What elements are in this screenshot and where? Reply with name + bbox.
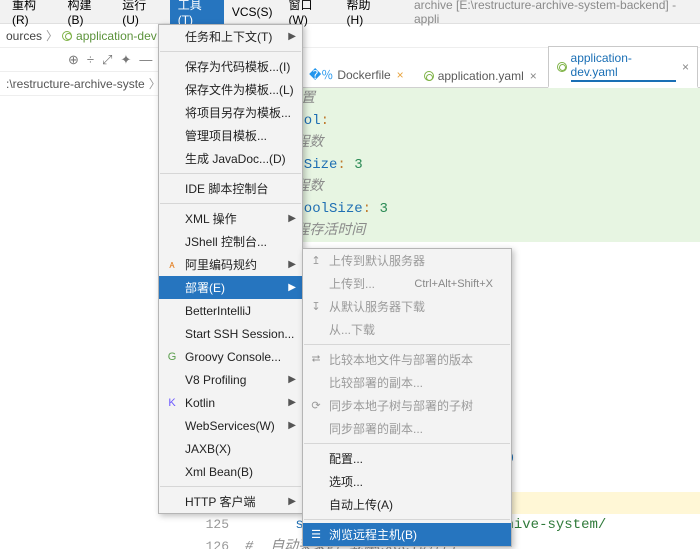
menu-separator: [304, 519, 510, 520]
tab-label: application.yaml: [438, 69, 524, 83]
menu-configuration[interactable]: 配置...: [303, 447, 511, 470]
diff-icon: ⮂: [308, 353, 324, 366]
chevron-right-icon: ▶: [288, 282, 296, 293]
menu-manage-templates[interactable]: 管理项目模板...: [159, 124, 302, 147]
tab-label: Dockerfile: [337, 68, 390, 82]
menu-save-file-template[interactable]: 保存文件为模板...(L): [159, 78, 302, 101]
kotlin-icon: K: [164, 397, 180, 409]
menu-webservices[interactable]: WebServices(W)▶: [159, 414, 302, 437]
menu-vcs[interactable]: VCS(S): [224, 2, 281, 22]
docker-icon: �％: [309, 66, 333, 83]
close-icon[interactable]: ×: [682, 60, 689, 74]
menu-start-ssh[interactable]: Start SSH Session...: [159, 322, 302, 345]
menu-download-default[interactable]: ↧从默认服务器下载: [303, 295, 511, 318]
code-colon: :: [363, 201, 380, 217]
divide-icon[interactable]: ÷: [87, 52, 94, 67]
menu-kotlin[interactable]: KKotlin▶: [159, 391, 302, 414]
menu-separator: [160, 203, 301, 204]
chevron-right-icon: ▶: [288, 374, 296, 385]
menu-auto-upload[interactable]: 自动上传(A): [303, 493, 511, 516]
menu-sync-local[interactable]: ⟳同步本地子树与部署的子树: [303, 394, 511, 417]
expand-icon[interactable]: ⤢: [102, 52, 112, 68]
tab-dockerfile[interactable]: �％ Dockerfile ×: [300, 61, 413, 87]
chevron-right-icon: ▶: [288, 496, 296, 507]
menu-alibaba-guidelines[interactable]: ᴀ阿里编码规约▶: [159, 253, 302, 276]
menu-refactor[interactable]: 重构(R): [4, 0, 59, 30]
chevron-right-icon: 〉: [46, 27, 58, 44]
menu-generate-javadoc[interactable]: 生成 JavaDoc...(D): [159, 147, 302, 170]
menu-deployment[interactable]: 部署(E)▶: [159, 276, 302, 299]
menu-compare-local[interactable]: ⮂比较本地文件与部署的版本: [303, 348, 511, 371]
menu-jshell[interactable]: JShell 控制台...: [159, 230, 302, 253]
menu-save-code-template[interactable]: 保存为代码模板...(I): [159, 55, 302, 78]
deployment-submenu: ↥上传到默认服务器 上传到...Ctrl+Alt+Shift+X ↧从默认服务器…: [302, 248, 512, 547]
tab-application-dev-yaml[interactable]: application-dev.yaml ×: [548, 46, 698, 88]
project-title: archive [E:\restructure-archive-system-b…: [414, 0, 696, 26]
chevron-right-icon: ▶: [288, 397, 296, 408]
menu-tasks-context[interactable]: 任务和上下文(T)▶: [159, 25, 302, 48]
yaml-file-icon: [62, 31, 72, 41]
chevron-right-icon: ▶: [288, 213, 296, 224]
line-number: 126: [190, 536, 229, 549]
minimize-icon[interactable]: —: [139, 52, 152, 67]
menu-separator: [160, 486, 301, 487]
menu-http-client[interactable]: HTTP 客户端▶: [159, 490, 302, 513]
menu-sync-deployed[interactable]: 同步部署的副本...: [303, 417, 511, 440]
tab-label: application-dev.yaml: [571, 51, 676, 82]
menu-ide-script-console[interactable]: IDE 脚本控制台: [159, 177, 302, 200]
menu-separator: [304, 443, 510, 444]
menu-options[interactable]: 选项...: [303, 470, 511, 493]
close-icon[interactable]: ×: [530, 69, 537, 83]
menu-separator: [160, 51, 301, 52]
menu-xml-actions[interactable]: XML 操作▶: [159, 207, 302, 230]
tools-dropdown: 任务和上下文(T)▶ 保存为代码模板...(I) 保存文件为模板...(L) 将…: [158, 24, 303, 514]
alibaba-icon: ᴀ: [164, 259, 180, 271]
browse-icon: ☰: [308, 528, 324, 541]
code-number: 3: [354, 157, 362, 173]
breadcrumb-part[interactable]: ources: [6, 29, 42, 43]
path-text: :\restructure-archive-syste: [6, 77, 145, 91]
download-icon: ↧: [308, 300, 324, 313]
menu-compare-deployed[interactable]: 比较部署的副本...: [303, 371, 511, 394]
breadcrumb-file[interactable]: application-dev: [76, 29, 157, 43]
yaml-file-icon: [424, 71, 434, 81]
shortcut-text: Ctrl+Alt+Shift+X: [414, 278, 493, 290]
menu-save-project-template[interactable]: 将项目另存为模板...: [159, 101, 302, 124]
gear-icon[interactable]: ✦: [120, 52, 131, 68]
sync-icon: ⟳: [308, 399, 324, 412]
menu-v8-profiling[interactable]: V8 Profiling▶: [159, 368, 302, 391]
menu-upload-default[interactable]: ↥上传到默认服务器: [303, 249, 511, 272]
tab-application-yaml[interactable]: application.yaml ×: [415, 64, 546, 87]
chevron-right-icon: ▶: [288, 259, 296, 270]
main-menubar: 重构(R) 构建(B) 运行(U) 工具(T) VCS(S) 窗口(W) 帮助(…: [0, 0, 700, 24]
menu-separator: [160, 173, 301, 174]
menu-xml-bean[interactable]: Xml Bean(B): [159, 460, 302, 483]
menu-upload-to[interactable]: 上传到...Ctrl+Alt+Shift+X: [303, 272, 511, 295]
menu-separator: [304, 344, 510, 345]
menu-build[interactable]: 构建(B): [59, 0, 114, 30]
groovy-icon: G: [164, 351, 180, 363]
menu-help[interactable]: 帮助(H): [339, 0, 394, 30]
target-icon[interactable]: ⊕: [68, 52, 79, 68]
menu-jaxb[interactable]: JAXB(X): [159, 437, 302, 460]
menu-better-intellij[interactable]: BetterIntelliJ: [159, 299, 302, 322]
menu-browse-remote-host[interactable]: ☰浏览远程主机(B): [303, 523, 511, 546]
yaml-file-icon: [557, 62, 567, 72]
code-number: 3: [379, 201, 387, 217]
close-icon[interactable]: ×: [397, 68, 404, 82]
chevron-right-icon: ▶: [288, 31, 296, 42]
upload-icon: ↥: [308, 254, 324, 267]
line-number: 125: [190, 514, 229, 536]
code-colon: :: [337, 157, 354, 173]
menu-groovy-console[interactable]: GGroovy Console...: [159, 345, 302, 368]
menu-download-from[interactable]: 从...下载: [303, 318, 511, 341]
chevron-right-icon: ▶: [288, 420, 296, 431]
code-colon: :: [321, 113, 329, 129]
